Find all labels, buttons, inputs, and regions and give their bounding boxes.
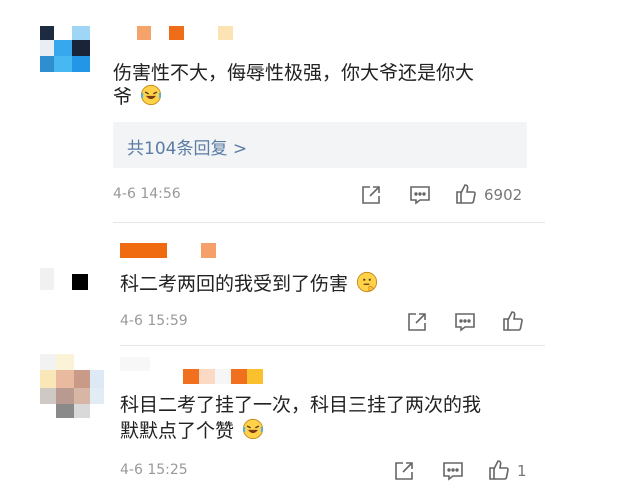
replies-box[interactable]: 共104条回复 > — [113, 122, 527, 168]
avatar[interactable] — [40, 244, 92, 294]
comment-text: 默默点了个赞 — [120, 414, 264, 448]
comment-text-line: 默默点了个赞 — [120, 420, 235, 442]
comment-icon[interactable] — [408, 183, 432, 207]
comment-text-line: 爷 — [113, 86, 133, 108]
share-icon[interactable] — [405, 310, 429, 334]
comment-icon[interactable] — [441, 459, 465, 483]
divider — [113, 222, 545, 223]
thinking-emoji — [356, 271, 378, 293]
like-count: 1 — [517, 462, 527, 480]
avatar[interactable] — [40, 26, 90, 72]
comment-text: 科二考两回的我受到了伤害 — [120, 267, 378, 301]
comment-text-line: 科二考两回的我受到了伤害 — [120, 273, 349, 295]
comment-icon[interactable] — [453, 310, 477, 334]
share-icon[interactable] — [359, 183, 383, 207]
laughing-crying-emoji — [242, 418, 264, 440]
username[interactable] — [120, 357, 270, 387]
avatar[interactable] — [40, 354, 104, 418]
comment-text-line: 科目二考了挂了一次，科目三挂了两次的我 — [120, 394, 482, 416]
share-icon[interactable] — [392, 459, 416, 483]
thumbs-up-icon[interactable] — [487, 458, 511, 482]
thumbs-up-icon[interactable] — [454, 182, 478, 206]
timestamp: 4-6 15:25 — [120, 462, 188, 478]
username[interactable] — [120, 243, 220, 259]
like-count: 6902 — [484, 186, 523, 204]
laughing-crying-emoji — [140, 84, 162, 106]
timestamp: 4-6 15:59 — [120, 313, 188, 329]
view-replies-link[interactable]: 共104条回复 > — [127, 134, 247, 159]
divider — [120, 345, 545, 346]
comment-text-line: 伤害性不大，侮辱性极强，你大爷还是你大 — [113, 62, 475, 84]
timestamp: 4-6 14:56 — [113, 186, 181, 202]
username[interactable] — [137, 26, 237, 42]
comment-text: 爷 — [113, 80, 162, 114]
comment-text: 伤害性不大，侮辱性极强，你大爷还是你大 — [113, 56, 474, 90]
thumbs-up-icon[interactable] — [501, 309, 525, 333]
